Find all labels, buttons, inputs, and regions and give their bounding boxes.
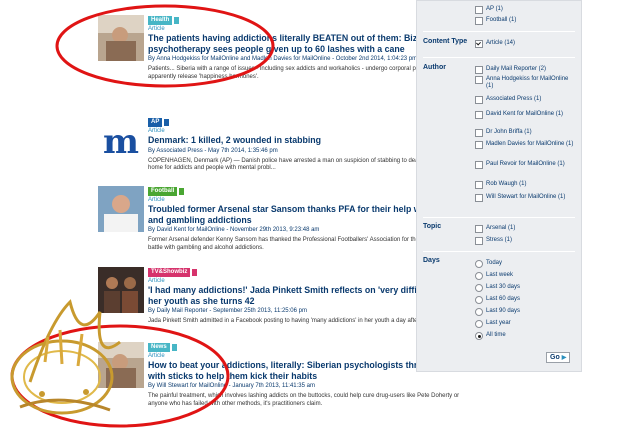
days-option[interactable]: Last week [475, 272, 575, 280]
days-option[interactable]: Last 60 days [475, 296, 575, 304]
days-option[interactable]: All time [475, 332, 575, 340]
arrow-right-icon: ▶ [561, 355, 567, 361]
filter-option[interactable]: AP (1) [475, 6, 575, 14]
filter-option[interactable]: Daily Mail Reporter (2) [475, 66, 575, 74]
filter-option-label: Will Stewart for MailOnline (1) [486, 194, 566, 200]
checkbox[interactable] [475, 111, 483, 119]
filter-option-label: Associated Press (1) [486, 96, 542, 102]
filter-option-label: Rob Waugh (1) [486, 181, 527, 187]
days-option-label: All time [486, 332, 506, 338]
radio[interactable] [475, 260, 483, 268]
filter-sidebar: AP (1) Football (1) Content Type Article… [416, 0, 582, 372]
checkbox[interactable] [475, 161, 483, 169]
content-type-heading: Content Type [423, 38, 468, 45]
author-heading: Author [423, 64, 446, 71]
filter-option[interactable]: Arsenal (1) [475, 225, 575, 233]
checkbox[interactable] [475, 141, 483, 149]
filter-option-label: Dr John Briffa (1) [486, 129, 532, 135]
checkbox[interactable] [475, 194, 483, 202]
highlight-ellipse [55, 4, 275, 88]
filter-option[interactable]: Associated Press (1) [475, 96, 575, 104]
radio[interactable] [475, 284, 483, 292]
filter-option-label: Daily Mail Reporter (2) [486, 66, 547, 72]
filter-option[interactable]: Anna Hodgekiss for MailOnline (1) [475, 76, 575, 90]
filter-option[interactable]: David Kent for MailOnline (1) [475, 111, 575, 119]
days-option-label: Last 30 days [486, 284, 521, 290]
days-option[interactable]: Last 90 days [475, 308, 575, 316]
divider [423, 217, 575, 218]
days-option[interactable]: Last 30 days [475, 284, 575, 292]
checkbox[interactable] [475, 6, 483, 14]
filter-option[interactable]: Article (14) [475, 40, 575, 48]
checkbox[interactable] [475, 237, 483, 245]
filter-option-label: Paul Revoir for MailOnline (1) [486, 161, 565, 167]
checkbox[interactable] [475, 96, 483, 104]
filter-option[interactable]: Dr John Briffa (1) [475, 129, 575, 137]
checkbox[interactable] [475, 129, 483, 137]
calligraphy-watermark [10, 299, 121, 415]
divider [423, 251, 575, 252]
filter-option[interactable]: Rob Waugh (1) [475, 181, 575, 189]
filter-option-label: David Kent for MailOnline (1) [486, 111, 564, 117]
filter-option[interactable]: Paul Revoir for MailOnline (1) [475, 161, 575, 169]
divider [423, 57, 575, 58]
checkbox[interactable] [475, 17, 483, 25]
checkbox[interactable] [475, 66, 483, 74]
days-option-label: Last 90 days [486, 308, 521, 314]
filter-option-label: Stress (1) [486, 237, 513, 243]
filter-option-label: Football (1) [486, 17, 517, 23]
days-option[interactable]: Last year [475, 320, 575, 328]
radio[interactable] [475, 296, 483, 304]
filter-option-label: Arsenal (1) [486, 225, 516, 231]
filter-option-label: Madlen Davies for MailOnline (1) [486, 141, 574, 147]
days-option-label: Last week [486, 272, 514, 278]
filter-option[interactable]: Stress (1) [475, 237, 575, 245]
filter-option[interactable]: Madlen Davies for MailOnline (1) [475, 141, 575, 149]
divider [423, 31, 575, 32]
days-option-label: Today [486, 260, 503, 266]
checkbox[interactable] [475, 225, 483, 233]
radio[interactable] [475, 320, 483, 328]
go-button[interactable]: Go ▶ [546, 352, 571, 363]
radio[interactable] [475, 308, 483, 316]
go-button-label: Go [550, 354, 560, 361]
checkbox-checked[interactable] [475, 40, 483, 48]
radio-selected[interactable] [475, 332, 483, 340]
topic-heading: Topic [423, 223, 442, 230]
checkbox[interactable] [475, 76, 483, 84]
filter-option[interactable]: Will Stewart for MailOnline (1) [475, 194, 575, 202]
days-option-label: Last year [486, 320, 511, 326]
filter-option-label: Article (14) [486, 40, 516, 46]
checkbox[interactable] [475, 181, 483, 189]
days-option[interactable]: Today [475, 260, 575, 268]
radio[interactable] [475, 272, 483, 280]
filter-option-label: AP (1) [486, 6, 503, 12]
filter-option-label: Anna Hodgekiss for MailOnline (1) [486, 76, 569, 89]
days-option-label: Last 60 days [486, 296, 521, 302]
filter-option[interactable]: Football (1) [475, 17, 575, 25]
days-heading: Days [423, 257, 440, 264]
